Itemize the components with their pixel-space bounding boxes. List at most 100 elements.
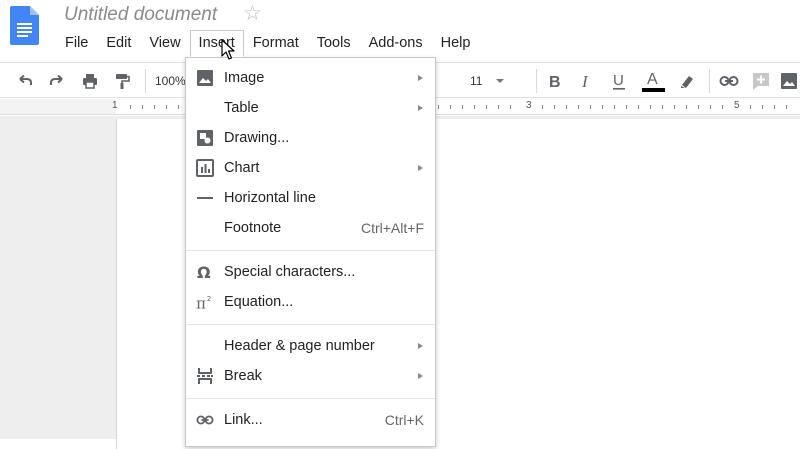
menu-item-label: Table	[224, 100, 259, 116]
svg-text:A: A	[647, 71, 658, 88]
submenu-arrow-icon	[418, 75, 423, 81]
ruler-tick	[662, 105, 663, 109]
document-title[interactable]: Untitled document	[64, 4, 217, 26]
ruler-tick	[578, 105, 579, 109]
star-icon[interactable]: ☆	[243, 3, 262, 25]
svg-text:U: U	[613, 72, 624, 89]
insert-special-characters-item[interactable]: Ω Special characters...	[186, 257, 435, 287]
insert-header-page-number-item[interactable]: Header & page number	[186, 331, 435, 361]
undo-icon	[19, 74, 32, 85]
menu-item-label: Footnote	[224, 220, 282, 236]
menu-tools[interactable]: Tools	[308, 30, 360, 54]
zoom-value: 100%	[155, 74, 186, 88]
ruler-tick	[462, 105, 463, 109]
redo-button[interactable]	[46, 69, 68, 93]
ruler-tick	[774, 105, 775, 109]
insert-drawing-item[interactable]: Drawing...	[186, 123, 435, 153]
menu-view[interactable]: View	[140, 30, 189, 54]
ruler-tick	[750, 105, 751, 109]
insert-equation-item[interactable]: π2 Equation...	[186, 287, 435, 317]
insert-chart-item[interactable]: Chart	[186, 153, 435, 183]
ruler-number: 5	[734, 100, 740, 111]
toolbar-separator	[536, 69, 537, 93]
insert-table-item[interactable]: Table	[186, 93, 435, 123]
menu-item-label: Chart	[224, 160, 260, 176]
svg-text:2: 2	[207, 294, 212, 303]
paint-format-button[interactable]	[111, 69, 133, 93]
ruler-tick	[130, 105, 131, 109]
add-comment-button[interactable]	[750, 69, 772, 93]
menu-item-label: Link...	[224, 412, 263, 428]
svg-text:I: I	[581, 72, 589, 90]
ruler-number: 3	[526, 100, 532, 111]
mouse-cursor-icon	[221, 39, 235, 60]
undo-button[interactable]	[14, 69, 36, 93]
link-icon	[196, 411, 214, 429]
submenu-arrow-icon	[418, 373, 423, 379]
link-icon	[719, 76, 739, 86]
menu-file[interactable]: File	[56, 30, 97, 54]
drawing-icon	[196, 129, 214, 147]
ruler-tick	[510, 105, 511, 109]
menu-item-shortcut: Ctrl+K	[384, 412, 424, 428]
highlighter-icon	[681, 76, 693, 88]
text-color-icon: A	[642, 71, 665, 92]
print-button[interactable]	[79, 69, 101, 93]
italic-button[interactable]: I	[576, 69, 598, 93]
menu-edit[interactable]: Edit	[97, 30, 140, 54]
menu-divider	[186, 324, 435, 325]
ruler-tick	[474, 105, 475, 109]
menu-item-label: Equation...	[224, 294, 294, 310]
image-icon	[781, 73, 797, 89]
pi-icon: π2	[196, 293, 214, 311]
font-size-select[interactable]: 11	[470, 69, 528, 93]
break-icon	[196, 367, 214, 385]
horizontal-line-icon	[196, 189, 214, 207]
ruler-tick	[710, 105, 711, 109]
ruler-tick	[674, 105, 675, 109]
docs-logo-icon[interactable]	[10, 6, 39, 45]
ruler-tick	[554, 105, 555, 109]
ruler-tick	[542, 105, 543, 109]
menu-item-label: Special characters...	[224, 264, 356, 280]
font-size-value: 11	[470, 74, 483, 88]
ruler-tick	[786, 105, 787, 109]
ruler-tick	[498, 105, 499, 109]
insert-link-button[interactable]	[718, 69, 740, 93]
insert-image-button[interactable]	[780, 69, 800, 93]
insert-break-item[interactable]: Break	[186, 361, 435, 391]
zoom-select[interactable]: 100%	[155, 69, 189, 93]
ruler-tick	[166, 105, 167, 109]
submenu-arrow-icon	[418, 165, 423, 171]
text-color-button[interactable]: A	[640, 69, 666, 93]
highlight-button[interactable]	[676, 69, 698, 93]
bold-button[interactable]: B	[544, 69, 566, 93]
paint-format-icon	[116, 74, 130, 89]
ruler-tick	[638, 105, 639, 109]
toolbar-separator	[709, 69, 710, 93]
insert-image-item[interactable]: Image	[186, 63, 435, 93]
image-icon	[196, 69, 214, 87]
underline-button[interactable]: U	[608, 69, 630, 93]
menu-format[interactable]: Format	[244, 30, 308, 54]
submenu-arrow-icon	[418, 105, 423, 111]
ruler-tick	[178, 105, 179, 109]
svg-text:π: π	[196, 294, 206, 311]
menu-divider	[186, 398, 435, 399]
chart-icon	[196, 159, 214, 177]
ruler-tick	[142, 105, 143, 109]
insert-horizontal-line-item[interactable]: Horizontal line	[186, 183, 435, 213]
underline-icon: U	[613, 72, 625, 90]
menu-help[interactable]: Help	[432, 30, 480, 54]
ruler-tick	[450, 105, 451, 109]
menu-add-ons[interactable]: Add-ons	[360, 30, 432, 54]
insert-footnote-item[interactable]: Footnote Ctrl+Alt+F	[186, 213, 435, 243]
ruler-tick	[486, 105, 487, 109]
menu-insert[interactable]: Insert	[189, 30, 244, 57]
ruler-tick	[686, 105, 687, 109]
ruler-tick	[154, 105, 155, 109]
ruler-number: 1	[112, 100, 118, 111]
add-comment-icon	[753, 73, 769, 90]
ruler-tick	[762, 105, 763, 109]
insert-link-item[interactable]: Link... Ctrl+K	[186, 405, 435, 435]
